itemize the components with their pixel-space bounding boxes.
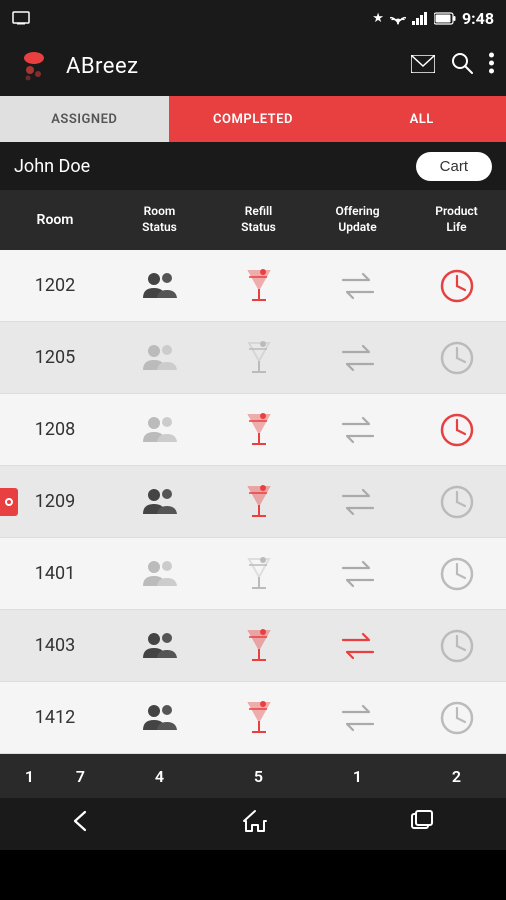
room-status-icon (110, 486, 209, 518)
bottom-nav (0, 798, 506, 850)
header-product-life: ProductLife (407, 204, 506, 235)
refill-status-icon (209, 483, 308, 521)
room-status-icon (110, 270, 209, 302)
signal-icon (412, 12, 428, 25)
refill-status-icon (209, 339, 308, 377)
recent-button[interactable] (411, 810, 435, 838)
status-bar-right: ★ 9:48 (372, 9, 494, 28)
home-button[interactable] (242, 809, 268, 839)
product-life-icon (407, 556, 506, 592)
offering-update-icon (308, 488, 407, 516)
summary-col-1: 4 (110, 767, 209, 786)
battery-icon (434, 12, 456, 25)
tab-completed[interactable]: COMPLETED (169, 96, 338, 142)
product-life-icon (407, 484, 506, 520)
offering-update-icon (308, 416, 407, 444)
wifi-icon (390, 12, 406, 25)
room-number: 1401 (0, 563, 110, 584)
offering-update-icon (308, 560, 407, 588)
bluetooth-icon: ★ (372, 11, 384, 26)
door-hanger-indicator (0, 488, 18, 516)
header-room-status: RoomStatus (110, 204, 209, 235)
refill-status-icon (209, 627, 308, 665)
status-bar-left (12, 11, 30, 25)
refill-status-icon (209, 699, 308, 737)
room-number: 1205 (0, 347, 110, 368)
product-life-icon (407, 268, 506, 304)
summary-room-cols: 1 7 (0, 767, 110, 786)
refill-status-icon (209, 555, 308, 593)
header-room: Room (0, 212, 110, 228)
table-row[interactable]: 1403 (0, 610, 506, 682)
room-number: 1202 (0, 275, 110, 296)
summary-col-3: 1 (308, 767, 407, 786)
offering-update-icon (308, 272, 407, 300)
user-row: John Doe Cart (0, 142, 506, 190)
app-logo (12, 44, 56, 88)
room-status-icon (110, 414, 209, 446)
back-button[interactable] (71, 810, 99, 838)
room-number: 1403 (0, 635, 110, 656)
offering-update-icon (308, 704, 407, 732)
table-row[interactable]: 1202 (0, 250, 506, 322)
tab-assigned[interactable]: ASSIGNED (0, 96, 169, 142)
room-status-icon (110, 630, 209, 662)
header-refill-status: RefillStatus (209, 204, 308, 235)
table-header: Room RoomStatus RefillStatus OfferingUpd… (0, 190, 506, 250)
summary-bar: 1 7 4 5 1 2 (0, 754, 506, 798)
tabs-bar: ASSIGNED COMPLETED ALL (0, 96, 506, 142)
summary-col-2: 5 (209, 767, 308, 786)
refill-status-icon (209, 267, 308, 305)
summary-num-1: 1 (25, 767, 34, 786)
tab-all[interactable]: ALL (337, 96, 506, 142)
room-status-icon (110, 702, 209, 734)
status-bar: ★ 9:48 (0, 0, 506, 36)
product-life-icon (407, 340, 506, 376)
app-title: ABreez (66, 54, 401, 79)
refill-status-icon (209, 411, 308, 449)
status-time: 9:48 (462, 9, 494, 28)
room-number: 1412 (0, 707, 110, 728)
table-row[interactable]: 1205 (0, 322, 506, 394)
cart-button[interactable]: Cart (416, 152, 492, 181)
mail-icon[interactable] (411, 54, 435, 79)
screen-icon (12, 11, 30, 25)
table-row[interactable]: 1208 (0, 394, 506, 466)
room-status-icon (110, 342, 209, 374)
more-icon[interactable] (489, 52, 494, 80)
search-icon[interactable] (451, 52, 473, 80)
room-status-icon (110, 558, 209, 590)
product-life-icon (407, 412, 506, 448)
user-name: John Doe (14, 156, 90, 177)
table-row[interactable]: 1401 (0, 538, 506, 610)
room-number: 1208 (0, 419, 110, 440)
product-life-icon (407, 628, 506, 664)
summary-col-4: 2 (407, 767, 506, 786)
table-row[interactable]: 1412 (0, 682, 506, 754)
offering-update-icon (308, 344, 407, 372)
summary-num-2: 7 (76, 767, 85, 786)
table-row[interactable]: 1209 (0, 466, 506, 538)
table-body: 1202 1205 (0, 250, 506, 754)
product-life-icon (407, 700, 506, 736)
header-offering-update: OfferingUpdate (308, 204, 407, 235)
logo-icon (14, 46, 54, 86)
app-bar: ABreez (0, 36, 506, 96)
offering-update-icon (308, 632, 407, 660)
app-bar-actions (411, 52, 494, 80)
